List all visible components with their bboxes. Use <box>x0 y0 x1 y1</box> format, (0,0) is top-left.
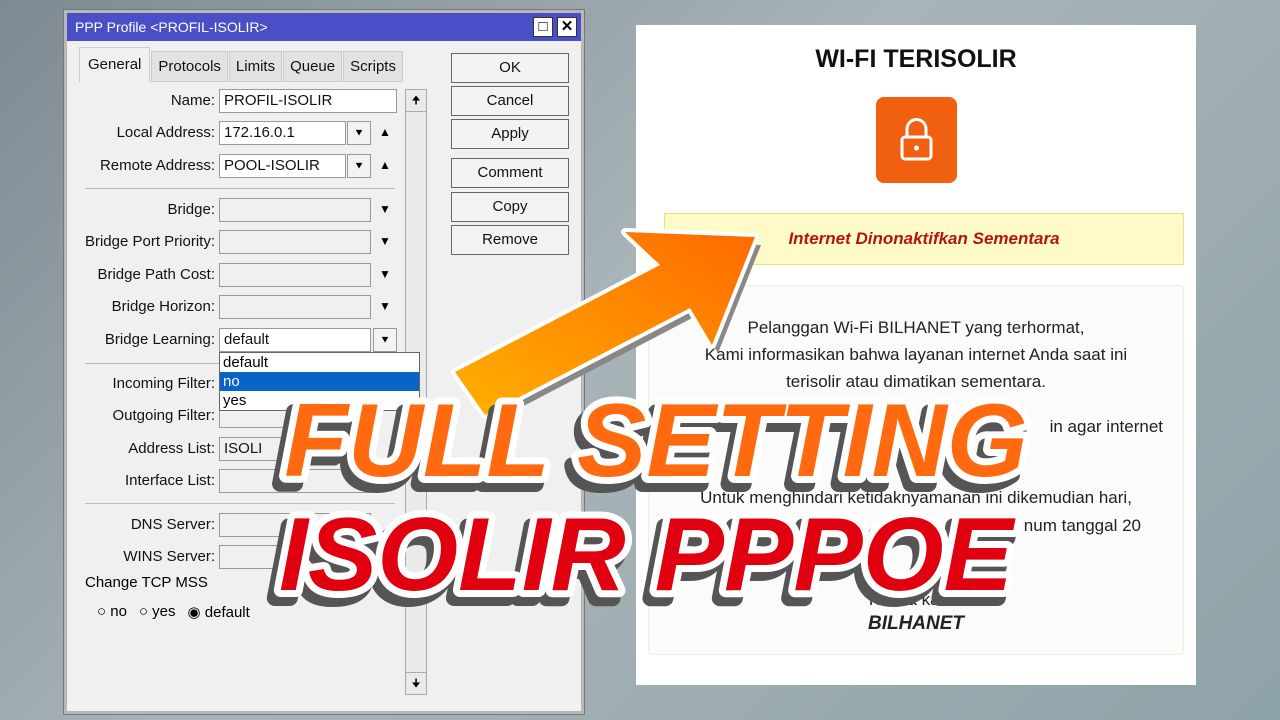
overlay-title-line1: FULL SETTING <box>284 383 1027 499</box>
thumbnail-overlay: FULL SETTING FULL SETTING ISOLIR PPPOE I… <box>265 228 1035 629</box>
overlay-title-line2: ISOLIR PPPOE <box>279 497 1016 613</box>
